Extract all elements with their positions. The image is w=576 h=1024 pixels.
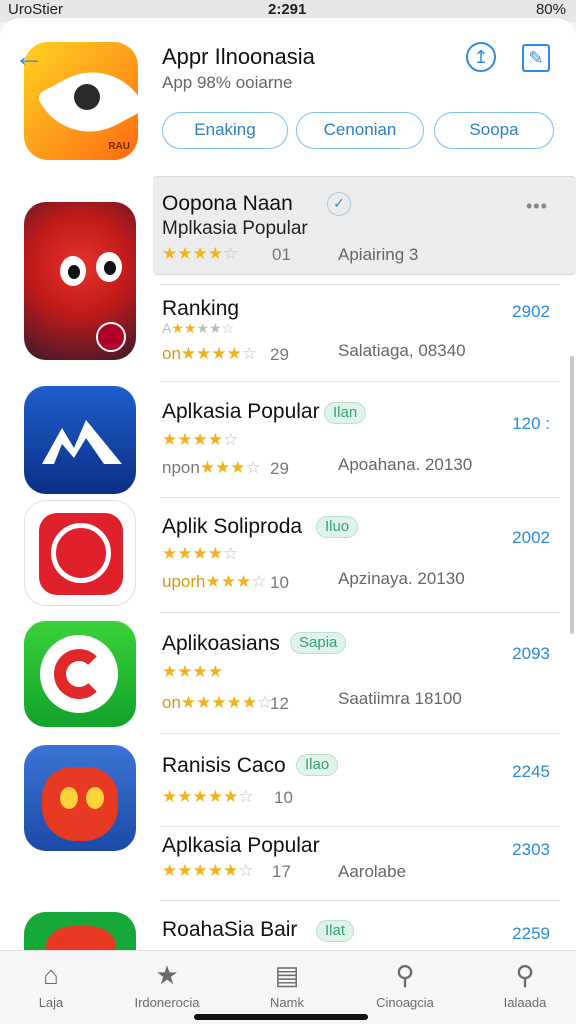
rating-stars-6: ★★★★★☆ xyxy=(162,787,254,806)
rating-stars-2: on★★★★☆ xyxy=(162,344,258,363)
rating-stars-3: ★★★★☆ xyxy=(162,430,239,449)
app-subtitle-1: Mplkasia Popular xyxy=(162,218,308,239)
rating-stars-4: ★★★★☆ xyxy=(162,544,239,563)
rating-stars-3b: npon★★★☆ xyxy=(162,458,261,477)
carrier-label: UroStier xyxy=(8,1,64,18)
rating-stars-5b: on★★★★★☆ xyxy=(162,693,273,712)
tab-laja[interactable]: ⌂ Laja xyxy=(0,959,106,1010)
tab-pill-1[interactable]: Enaking xyxy=(162,112,288,149)
home-icon: ⌂ xyxy=(43,960,59,990)
app-price-5[interactable]: 2093 xyxy=(512,644,550,664)
tab-ialaada[interactable]: ⚲ Ialaada xyxy=(470,959,576,1010)
trash-icon: ▤ xyxy=(274,960,300,990)
search-icon: ⚲ xyxy=(395,960,415,990)
badge-4: Iluo xyxy=(316,516,359,538)
app-meta-1: Apiairing 3 xyxy=(338,245,419,264)
app-meta-4: Apzinaya. 20130 xyxy=(338,569,465,588)
share-button[interactable]: ↥ xyxy=(466,42,496,72)
app-icon-5[interactable] xyxy=(24,621,136,727)
home-indicator xyxy=(194,1014,368,1020)
app-icon-6[interactable] xyxy=(24,745,136,851)
tab-pill-2[interactable]: Cenonian xyxy=(296,112,424,149)
tab-pill-3[interactable]: Soopa xyxy=(434,112,554,149)
tab-irdonerocia[interactable]: ★ Irdonerocia xyxy=(112,959,222,1010)
app-meta-2: Salatiaga, 08340 xyxy=(338,341,466,360)
clock: 2:291 xyxy=(268,1,307,18)
rating-count-6: 10 xyxy=(274,788,293,807)
app-meta-5: Saatiimra 18100 xyxy=(338,689,462,708)
app-meta-3: Apoahana. 20130 xyxy=(338,455,473,474)
app-icon-4[interactable] xyxy=(24,500,136,606)
app-name-1: Oopona Naan xyxy=(162,192,293,215)
rating-stars-5: ★★★★ xyxy=(162,662,223,681)
app-name-4: Aplik Soliproda xyxy=(162,515,303,538)
app-price-2[interactable]: 2902 xyxy=(512,302,550,322)
verified-icon: ✓ xyxy=(327,192,351,216)
rating-count-4: 10 xyxy=(270,573,289,592)
back-arrow-icon[interactable]: ← xyxy=(14,42,44,72)
badge-3: Ilan xyxy=(324,402,367,424)
refresh-icon xyxy=(54,649,104,699)
rating-stars-2a: A★★★★☆ xyxy=(162,320,235,336)
rating-stars-1: ★★★★☆ xyxy=(162,244,239,263)
app-price-3[interactable]: 120 : xyxy=(512,414,550,434)
app-icon-1[interactable] xyxy=(24,202,136,360)
scrollbar[interactable] xyxy=(570,356,574,634)
star-icon: ★ xyxy=(155,960,179,990)
page-subtitle: App 98% ooiarne xyxy=(162,73,293,92)
app-price-6[interactable]: 2245 xyxy=(512,762,550,782)
app-name-5: Aplikoasians xyxy=(162,632,280,655)
rating-count-3: 29 xyxy=(270,459,289,478)
app-name-2: Ranking xyxy=(162,297,240,320)
page-title: Appr Ilnoonasia xyxy=(162,44,315,69)
mountain-icon xyxy=(42,420,122,464)
tab-bar: ⌂ Laja ★ Irdonerocia ▤ Namk ⚲ Cinoagcia … xyxy=(0,950,576,1024)
rating-count-2: 29 xyxy=(270,345,289,364)
app-icon-3[interactable] xyxy=(24,386,136,494)
phone-screen: UroStier 2:291 80% RAU ← Appr Ilnoonasia… xyxy=(0,0,576,1024)
rating-stars-4b: uporh★★★☆ xyxy=(162,572,267,591)
search-icon: ⚲ xyxy=(515,960,535,990)
badge-5: Sapia xyxy=(290,632,347,654)
app-name-7: Aplkasia Popular xyxy=(162,834,320,857)
rating-stars-7: ★★★★★☆ xyxy=(162,861,254,880)
app-name-6: Ranisis Caco xyxy=(162,754,286,777)
tab-namk[interactable]: ▤ Namk xyxy=(232,959,342,1010)
cat-icon xyxy=(42,767,118,841)
app-name-3: Aplkasia Popular xyxy=(162,400,320,423)
app-meta-7: Aarolabe xyxy=(338,862,407,881)
rating-count-5: 12 xyxy=(270,694,289,713)
edit-button[interactable]: ✎ xyxy=(522,44,550,72)
badge-6: Ilao xyxy=(296,754,339,776)
app-price-4[interactable]: 2002 xyxy=(512,528,550,548)
clock-icon xyxy=(51,523,111,583)
app-price-8[interactable]: 2259 xyxy=(512,924,550,944)
app-price-7[interactable]: 2303 xyxy=(512,840,550,860)
more-options-icon[interactable]: ••• xyxy=(526,196,548,217)
battery-label: 80% xyxy=(535,1,566,18)
badge-8: Ilat xyxy=(316,920,355,942)
tab-cinoagcia[interactable]: ⚲ Cinoagcia xyxy=(350,959,460,1010)
rating-count-7: 17 xyxy=(272,862,291,881)
app-name-8: RoahaSia Bair xyxy=(162,918,298,941)
rating-count-1: 01 xyxy=(272,245,291,264)
